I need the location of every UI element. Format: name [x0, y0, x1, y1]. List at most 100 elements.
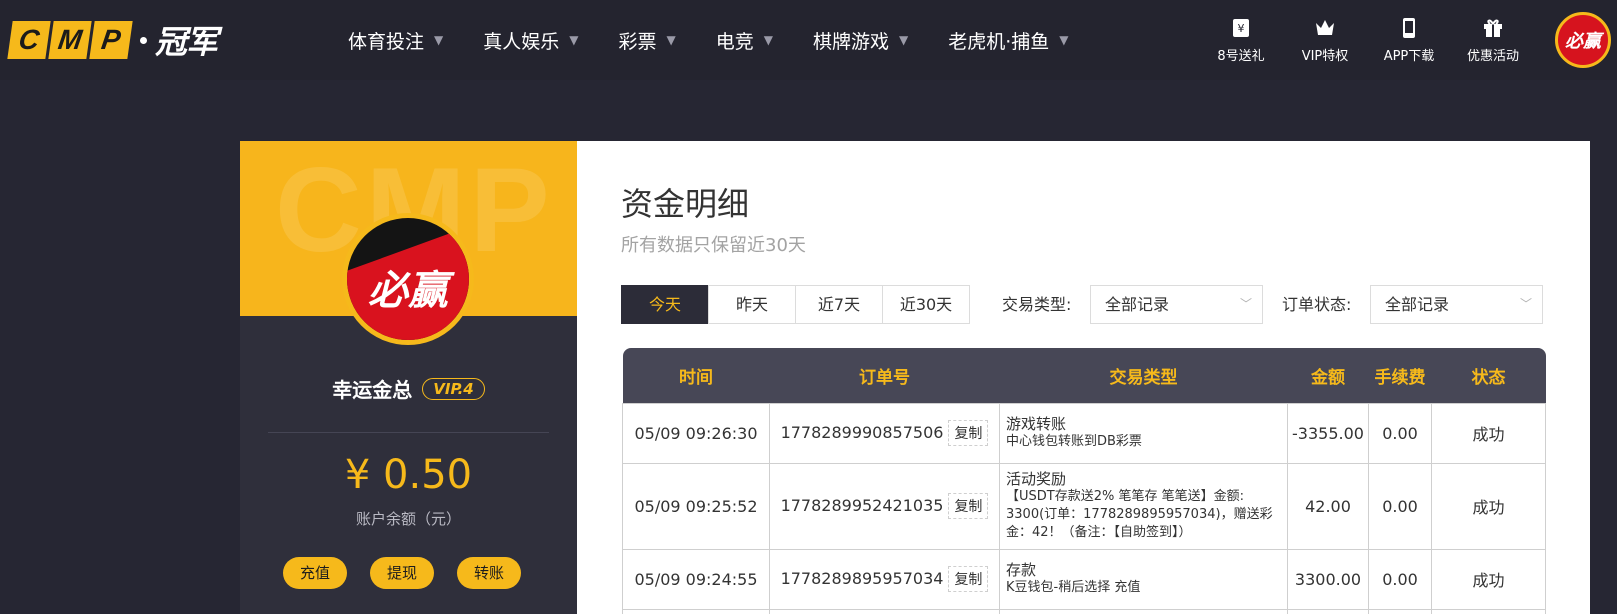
- cell-type: 活动奖励 【USDT存款送2% 笔笔存 笔笔送】金额: 3300(订单：17782…: [999, 462, 1288, 550]
- logo-letter: M: [48, 21, 92, 59]
- date-range-tabs: 今天 昨天 近7天 近30天: [621, 285, 970, 324]
- type-main: 活动奖励: [1006, 470, 1067, 488]
- transfer-button[interactable]: 转账: [457, 557, 521, 589]
- order-number: 1778289952421035: [780, 496, 944, 515]
- cell-status: 成功: [1431, 548, 1546, 610]
- chevron-down-icon: ﹀: [1239, 297, 1252, 311]
- table-row: 05/09 09:25:52 1778289952421035 复制 活动奖励 【U…: [622, 462, 1546, 550]
- nav-item-card-games[interactable]: 棋牌游戏 ▼: [813, 27, 908, 54]
- site-logo[interactable]: C M P 冠军: [7, 20, 218, 61]
- quick-link-vip[interactable]: VIP特权: [1283, 16, 1367, 64]
- chevron-down-icon: ﹀: [1519, 297, 1532, 311]
- tab-last-30-days[interactable]: 近30天: [882, 285, 970, 324]
- copy-button[interactable]: 复制: [948, 420, 989, 446]
- column-header: 手续费: [1368, 348, 1432, 403]
- column-header: 交易类型: [999, 348, 1288, 403]
- transaction-type-select[interactable]: 全部记录 ﹀: [1090, 285, 1263, 324]
- order-number: 1778289990857506: [780, 423, 944, 442]
- copy-button[interactable]: 复制: [948, 566, 989, 592]
- user-avatar[interactable]: 必赢: [1555, 12, 1611, 68]
- nav-label: 老虎机·捕鱼: [948, 30, 1050, 53]
- chevron-down-icon: ▼: [763, 33, 773, 47]
- cell-status: 成功: [1431, 402, 1546, 464]
- nav-label: 电竞: [715, 30, 754, 53]
- avatar-text: 必赢: [1565, 31, 1601, 52]
- balance-label: 账户余额（元）: [355, 510, 461, 528]
- cell-fee: 0.00: [1368, 462, 1432, 550]
- chevron-down-icon: ▼: [899, 33, 909, 47]
- column-header: 订单号: [769, 348, 1000, 403]
- transaction-type-label: 交易类型:: [1002, 295, 1072, 314]
- gift-box-icon: ¥: [1229, 16, 1253, 40]
- select-value: 全部记录: [1385, 295, 1450, 314]
- profile-actions: 充值 提现 转账: [283, 557, 521, 589]
- withdraw-button[interactable]: 提现: [370, 557, 434, 589]
- chevron-down-icon: ▼: [569, 33, 579, 47]
- deposit-button[interactable]: 充值: [283, 557, 347, 589]
- logo-letters: C M P: [7, 21, 133, 59]
- type-detail: 中心钱包转账到DB彩票: [1006, 434, 1142, 449]
- nav-item-lottery[interactable]: 彩票 ▼: [619, 27, 676, 54]
- cell-time: 05/09 09:25:52: [622, 462, 770, 550]
- top-navigation-bar: C M P 冠军 体育投注 ▼ 真人娱乐 ▼ 彩票 ▼ 电竞 ▼ 棋牌游戏 ▼ 老虎机·捕…: [0, 0, 1617, 80]
- type-detail: 【USDT存款送2% 笔笔存 笔笔送】金额: 3300(订单：177828989…: [1006, 489, 1273, 540]
- tab-today[interactable]: 今天: [621, 285, 709, 324]
- cell-type: 游戏转账 中心钱包转账到DB彩票: [999, 402, 1288, 464]
- type-detail: K豆钱包-稍后选择 充值: [1006, 580, 1141, 595]
- cell-amount: 42.00: [1287, 462, 1369, 550]
- nav-item-sports[interactable]: 体育投注 ▼: [348, 27, 443, 54]
- quick-link-gift[interactable]: ¥ 8号送礼: [1199, 16, 1283, 64]
- column-header: 时间: [622, 348, 770, 403]
- nav-label: 真人娱乐: [483, 30, 560, 53]
- copy-button[interactable]: 复制: [948, 493, 989, 519]
- cell-type: 存款 K豆钱包-稍后选择 充值: [999, 548, 1288, 610]
- quick-link-label: VIP特权: [1301, 49, 1349, 64]
- page-title: 资金明细: [621, 185, 750, 223]
- fund-details-panel: 资金明细 所有数据只保留近30天 今天 昨天 近7天 近30天 交易类型: 全部…: [577, 141, 1590, 614]
- order-status-label: 订单状态:: [1282, 295, 1352, 314]
- chevron-down-icon: ▼: [434, 33, 444, 47]
- table-row: 05/09 09:26:30 1778289990857506 复制 游戏转账 中心…: [622, 402, 1546, 464]
- phone-icon: [1397, 16, 1421, 40]
- nav-label: 棋牌游戏: [813, 30, 890, 53]
- cell-order: 1778289895957034 复制: [769, 548, 1000, 610]
- quick-link-promotions[interactable]: 优惠活动: [1451, 16, 1535, 64]
- cell-time: 05/09 09:24:55: [622, 548, 770, 610]
- order-status-select[interactable]: 全部记录 ﹀: [1370, 285, 1543, 324]
- quick-link-label: 8号送礼: [1217, 49, 1265, 64]
- cell-fee: 0.00: [1368, 548, 1432, 610]
- nav-label: 体育投注: [348, 30, 425, 53]
- column-header: 金额: [1287, 348, 1369, 403]
- profile-divider: [268, 432, 549, 433]
- order-number: 1778289895957034: [780, 569, 944, 588]
- username: 幸运金总: [332, 378, 413, 402]
- cell-time: 05/09 09:26:30: [622, 402, 770, 464]
- cell-status: 成功: [1431, 462, 1546, 550]
- chevron-down-icon: ▼: [1059, 33, 1069, 47]
- chevron-down-icon: ▼: [666, 33, 676, 47]
- balance-amount: ¥ 0.50: [344, 452, 473, 498]
- tab-last-7-days[interactable]: 近7天: [795, 285, 883, 324]
- quick-link-app[interactable]: APP下载: [1367, 16, 1451, 64]
- cell-order: 1778289952421035 复制: [769, 462, 1000, 550]
- type-main: 存款: [1006, 561, 1037, 579]
- transactions-table: 时间 订单号 交易类型 金额 手续费 状态 05/09 09:26:30 177…: [622, 348, 1546, 614]
- cell-fee: 0.00: [1368, 402, 1432, 464]
- logo-text: 冠军: [155, 23, 218, 61]
- nav-item-slots-fishing[interactable]: 老虎机·捕鱼 ▼: [948, 27, 1068, 54]
- profile-avatar: 必赢: [342, 213, 474, 345]
- tab-yesterday[interactable]: 昨天: [708, 285, 796, 324]
- quick-link-label: APP下载: [1383, 49, 1435, 64]
- nav-item-esports[interactable]: 电竞 ▼: [716, 27, 773, 54]
- cell-amount: 3300.00: [1287, 548, 1369, 610]
- nav-item-live-casino[interactable]: 真人娱乐 ▼: [483, 27, 578, 54]
- avatar-text: 必赢: [368, 268, 448, 314]
- cell-order: 1778289990857506 复制: [769, 402, 1000, 464]
- vip-badge: VIP.4: [422, 377, 485, 400]
- present-icon: [1481, 16, 1505, 40]
- username-row: 幸运金总 VIP.4: [240, 374, 577, 403]
- column-header: 状态: [1431, 348, 1546, 403]
- cell-amount: -3355.00: [1287, 402, 1369, 464]
- select-value: 全部记录: [1105, 295, 1170, 314]
- page-subtitle: 所有数据只保留近30天: [621, 235, 806, 256]
